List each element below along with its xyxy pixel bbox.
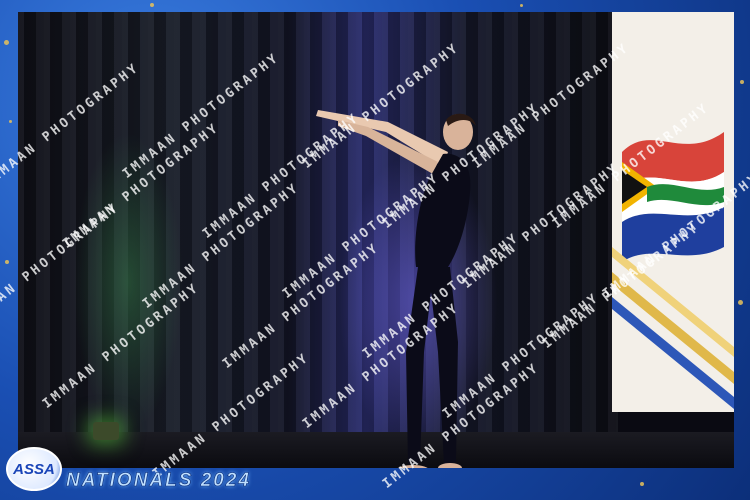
logo-text: ASSA (13, 460, 55, 478)
frame-sparkle (150, 3, 154, 7)
frame-sparkle (520, 4, 523, 7)
frame-sparkle (5, 260, 9, 264)
green-spotlight-glow (73, 132, 183, 432)
frame-sparkle (4, 40, 9, 45)
frame-sparkle (9, 120, 12, 123)
event-title: NATIONALS 2024 (66, 470, 251, 492)
stage-floor-light (93, 422, 119, 440)
frame-sparkle (640, 482, 644, 486)
stage-photo (18, 12, 734, 468)
assa-logo: ASSA (6, 447, 62, 491)
dancer-figure (316, 110, 476, 468)
flag-banner (612, 12, 734, 412)
frame-sparkle (740, 80, 744, 84)
photo-frame: IMMAAN PHOTOGRAPHY IMMAAN PHOTOGRAPHY IM… (0, 0, 750, 500)
frame-sparkle (738, 300, 743, 305)
